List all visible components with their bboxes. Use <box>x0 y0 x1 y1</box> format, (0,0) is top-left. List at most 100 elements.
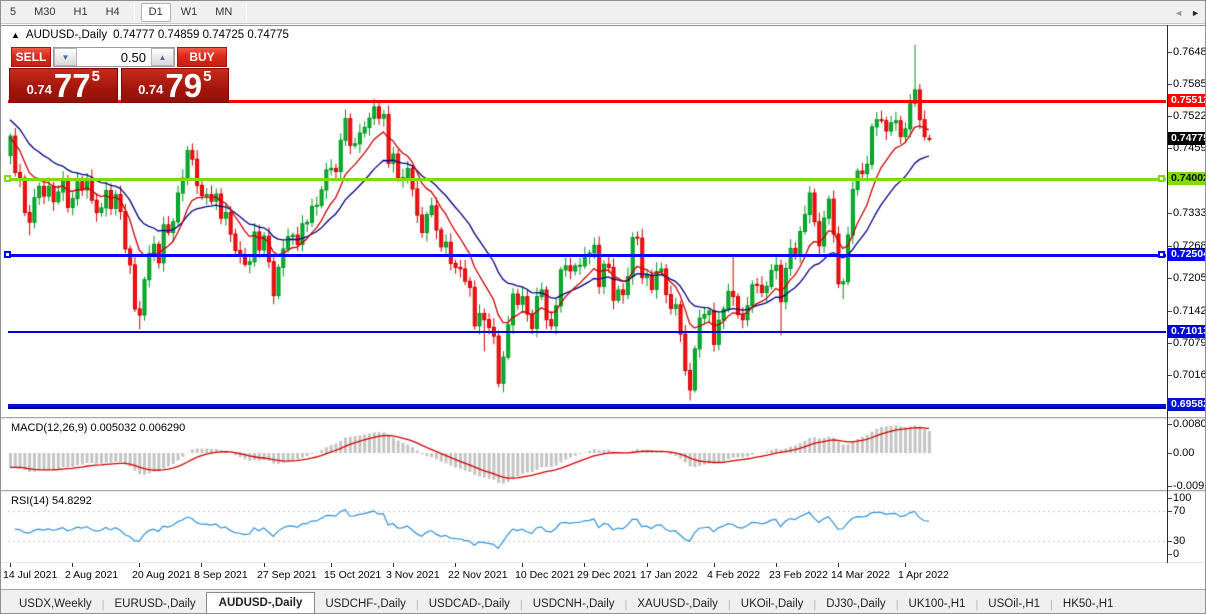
chart-info-line: ▲ AUDUSD-,Daily 0.74777 0.74859 0.74725 … <box>11 29 289 41</box>
line-handle-right[interactable] <box>1158 175 1165 182</box>
terminal-window: 5 M30 H1 H4 D1 W1 MN 0.75512 0.74002 0.72504 0.71… <box>0 0 1206 614</box>
price-axis-label: 0.76480 <box>1173 46 1205 58</box>
date-axis-label: 22 Nov 2021 <box>448 569 508 581</box>
timeframe-button-w1[interactable]: W1 <box>173 3 206 22</box>
line-handle-right[interactable] <box>1158 251 1165 258</box>
horizontal-level-line-0.72504[interactable] <box>8 254 1166 257</box>
date-axis-tick <box>10 563 11 567</box>
line-handle-left[interactable] <box>4 175 11 182</box>
date-axis-label: 10 Dec 2021 <box>515 569 575 581</box>
sell-price-big-digits: 77 <box>53 67 91 104</box>
price-axis-label: 0.75220 <box>1173 110 1205 122</box>
timeframe-button-m30[interactable]: M30 <box>26 3 63 22</box>
rsi-indicator-canvas[interactable] <box>7 492 1167 562</box>
tab-scroll-controls: ◄ ► <box>1174 8 1200 18</box>
date-axis-label: 14 Jul 2021 <box>3 569 58 581</box>
date-axis-label: 2 Aug 2021 <box>65 569 119 581</box>
sell-price-pipette: 5 <box>91 68 100 85</box>
date-axis-tick <box>905 563 906 567</box>
date-axis-tick <box>331 563 332 567</box>
price-level-badge: 0.75512 <box>1168 94 1205 107</box>
pane-separator[interactable] <box>1 417 1205 419</box>
sell-price-prefix: 0.74 <box>26 82 52 97</box>
price-axis-label: 0.70795 <box>1173 337 1205 349</box>
date-axis-tick <box>264 563 265 567</box>
chart-tab-ukoil[interactable]: UKOil-,Daily <box>731 595 814 613</box>
line-handle-left[interactable] <box>4 251 11 258</box>
date-axis-tick <box>584 563 585 567</box>
date-axis-label: 14 Mar 2022 <box>831 569 890 581</box>
date-axis-tick <box>201 563 202 567</box>
price-axis-label: 0.73330 <box>1173 207 1205 219</box>
buy-button[interactable]: BUY <box>177 47 227 67</box>
chart-ohlc-values: 0.74777 0.74859 0.74725 0.74775 <box>113 29 289 41</box>
chart-tab-audusd[interactable]: AUDUSD-,Daily <box>205 592 316 613</box>
date-axis-label: 23 Feb 2022 <box>769 569 828 581</box>
rsi-axis-label: 0 <box>1173 548 1180 560</box>
rsi-axis-label: 70 <box>1173 505 1186 517</box>
chart-tab-usdcad[interactable]: USDCAD-,Daily <box>419 595 520 613</box>
buy-price-button[interactable]: 0.74 79 5 <box>120 68 229 103</box>
date-axis-label: 4 Feb 2022 <box>707 569 761 581</box>
buy-price-prefix: 0.74 <box>138 82 164 97</box>
sell-button[interactable]: SELL <box>11 47 51 67</box>
chart-tab-usdcnh[interactable]: USDCNH-,Daily <box>523 595 625 613</box>
date-axis-label: 27 Sep 2021 <box>257 569 317 581</box>
date-axis-tick <box>647 563 648 567</box>
rsi-label: RSI(14) 54.8292 <box>11 495 92 507</box>
price-axis-label: 0.70165 <box>1173 369 1205 381</box>
price-axis-label: 0.75850 <box>1173 78 1205 90</box>
horizontal-level-line-lower-0.69582[interactable] <box>8 407 1166 409</box>
volume-increase-icon[interactable]: ▲ <box>151 48 174 66</box>
chart-tab-uk100[interactable]: UK100-,H1 <box>899 595 976 613</box>
volume-field: ▼ ▲ <box>53 47 175 67</box>
macd-axis-label: 0.00 <box>1173 447 1195 459</box>
price-level-badge: 0.74002 <box>1168 172 1205 185</box>
price-axis-label: 0.72685 <box>1173 240 1205 252</box>
timeframe-button-h1[interactable]: H1 <box>66 3 96 22</box>
tab-scroll-left-icon[interactable]: ◄ <box>1174 8 1183 18</box>
chart-tab-hk50[interactable]: HK50-,H1 <box>1053 595 1124 613</box>
chart-tab-eurusd[interactable]: EURUSD-,Daily <box>105 595 206 613</box>
price-axis-label: 0.74590 <box>1173 142 1205 154</box>
volume-decrease-icon[interactable]: ▼ <box>54 48 77 66</box>
timeframe-button-d1[interactable]: D1 <box>140 2 171 22</box>
pane-separator[interactable] <box>1 490 1205 492</box>
date-axis-label: 20 Aug 2021 <box>132 569 191 581</box>
chart-tab-usoil[interactable]: USOil-,H1 <box>978 595 1050 613</box>
date-axis-tick <box>139 563 140 567</box>
chart-tab-dj30[interactable]: DJ30-,Daily <box>816 595 895 613</box>
chart-tab-xauusd[interactable]: XAUUSD-,Daily <box>627 595 728 613</box>
date-axis-label: 3 Nov 2021 <box>386 569 440 581</box>
horizontal-level-line-0.74002[interactable] <box>8 178 1166 181</box>
date-axis-label: 8 Sep 2021 <box>194 569 248 581</box>
chart-symbol-label: AUDUSD-,Daily <box>25 29 108 41</box>
date-axis-label: 15 Oct 2021 <box>324 569 382 581</box>
chart-tab-usdx[interactable]: USDX,Weekly <box>9 595 102 613</box>
timeframe-button-h4[interactable]: H4 <box>98 3 128 22</box>
price-axis-divider <box>1167 25 1168 563</box>
date-axis-tick <box>776 563 777 567</box>
date-axis-label: 29 Dec 2021 <box>577 569 637 581</box>
date-axis-tick <box>838 563 839 567</box>
price-axis-label: 0.72055 <box>1173 272 1205 284</box>
volume-input[interactable] <box>77 48 151 66</box>
one-click-trade-panel: SELL ▼ ▲ BUY 0.74 77 5 0.74 79 5 <box>9 47 229 103</box>
date-axis-tick <box>714 563 715 567</box>
chart-tab-usdchf[interactable]: USDCHF-,Daily <box>315 595 416 613</box>
toolbar-separator <box>133 4 135 20</box>
buy-price-pipette: 5 <box>203 68 212 85</box>
horizontal-level-line-0.71013[interactable] <box>8 331 1166 333</box>
toolbar-separator <box>246 4 248 20</box>
tab-scroll-right-icon[interactable]: ► <box>1191 8 1200 18</box>
timeframe-button-mn[interactable]: MN <box>207 3 240 22</box>
date-axis-label: 17 Jan 2022 <box>640 569 698 581</box>
date-axis-label: 1 Apr 2022 <box>898 569 949 581</box>
date-axis-tick <box>455 563 456 567</box>
price-level-badge: 0.69582 <box>1168 398 1205 411</box>
macd-label: MACD(12,26,9) 0.005032 0.006290 <box>11 422 186 434</box>
timeframe-button-5[interactable]: 5 <box>2 3 24 22</box>
one-click-collapse-icon[interactable]: ▲ <box>11 30 20 40</box>
price-axis-label: 0.71425 <box>1173 305 1205 317</box>
sell-price-button[interactable]: 0.74 77 5 <box>9 68 118 103</box>
